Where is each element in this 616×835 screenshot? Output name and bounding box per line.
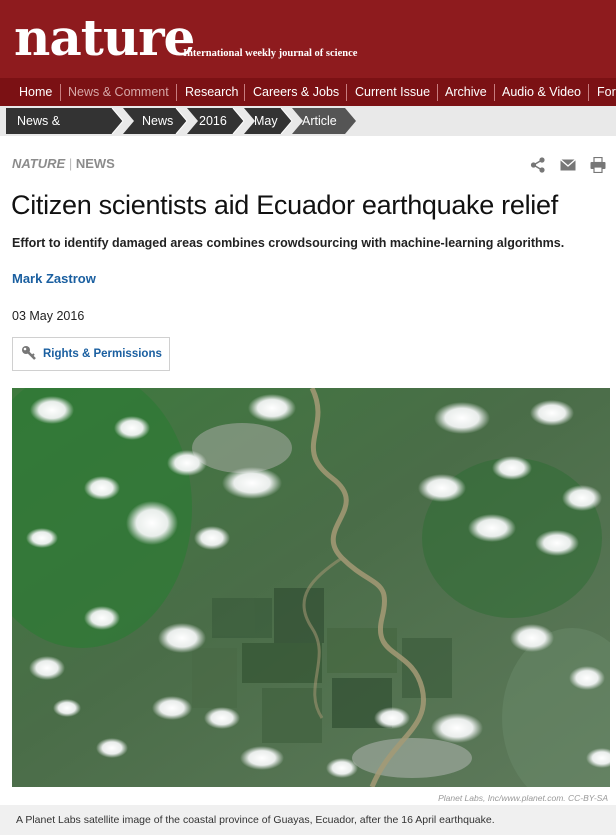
- main-nav: Home News & Comment Research Careers & J…: [0, 78, 616, 106]
- nav-divider: [588, 84, 589, 101]
- satellite-image: [12, 388, 610, 787]
- print-icon[interactable]: [590, 157, 606, 173]
- nav-divider: [60, 84, 61, 101]
- breadcrumb: News & Comment News 2016 May Article: [0, 106, 616, 154]
- breadcrumb-may[interactable]: May: [254, 108, 278, 134]
- masthead: nature International weekly journal of s…: [0, 0, 616, 78]
- author-link[interactable]: Mark Zastrow: [12, 271, 96, 286]
- nav-divider: [346, 84, 347, 101]
- article-standfirst: Effort to identify damaged areas combine…: [12, 236, 565, 250]
- nav-item-audio-video[interactable]: Audio & Video: [502, 78, 581, 106]
- rights-permissions-button[interactable]: Rights & Permissions: [12, 337, 170, 371]
- image-caption: A Planet Labs satellite image of the coa…: [0, 805, 616, 835]
- key-icon: [22, 346, 36, 360]
- rights-permissions-label: Rights & Permissions: [43, 348, 162, 360]
- kicker-journal: NATURE: [12, 156, 66, 171]
- breadcrumb-news[interactable]: News: [142, 108, 173, 134]
- nav-divider: [494, 84, 495, 101]
- nav-item-careers-jobs[interactable]: Careers & Jobs: [253, 78, 339, 106]
- nature-logo[interactable]: nature: [14, 10, 195, 66]
- share-icon[interactable]: [530, 157, 546, 173]
- nav-divider: [176, 84, 177, 101]
- nav-divider: [244, 84, 245, 101]
- nav-item-home[interactable]: Home: [19, 78, 52, 106]
- article-tools: [530, 155, 610, 175]
- breadcrumb-2016[interactable]: 2016: [199, 108, 227, 134]
- satellite-image-graphic: [12, 388, 610, 787]
- tagline: International weekly journal of science: [183, 48, 358, 59]
- kicker-section: NEWS: [75, 156, 115, 171]
- nav-item-archive[interactable]: Archive: [445, 78, 487, 106]
- image-credit: Planet Labs, Inc/www.planet.com. CC-BY-S…: [438, 793, 608, 803]
- breadcrumb-news-comment[interactable]: News & Comment: [17, 108, 71, 160]
- nav-item-current-issue[interactable]: Current Issue: [355, 78, 430, 106]
- article-kicker: NATURE | NEWS: [12, 156, 115, 171]
- nav-item-news-comment[interactable]: News & Comment: [68, 78, 169, 106]
- breadcrumb-article: Article: [302, 114, 337, 128]
- nav-item-research[interactable]: Research: [185, 78, 239, 106]
- article-title: Citizen scientists aid Ecuador earthquak…: [11, 190, 558, 220]
- nav-item-for[interactable]: For: [597, 78, 616, 106]
- kicker-separator: |: [68, 156, 73, 171]
- publish-date: 03 May 2016: [12, 309, 85, 323]
- email-icon[interactable]: [560, 159, 576, 171]
- nav-divider: [437, 84, 438, 101]
